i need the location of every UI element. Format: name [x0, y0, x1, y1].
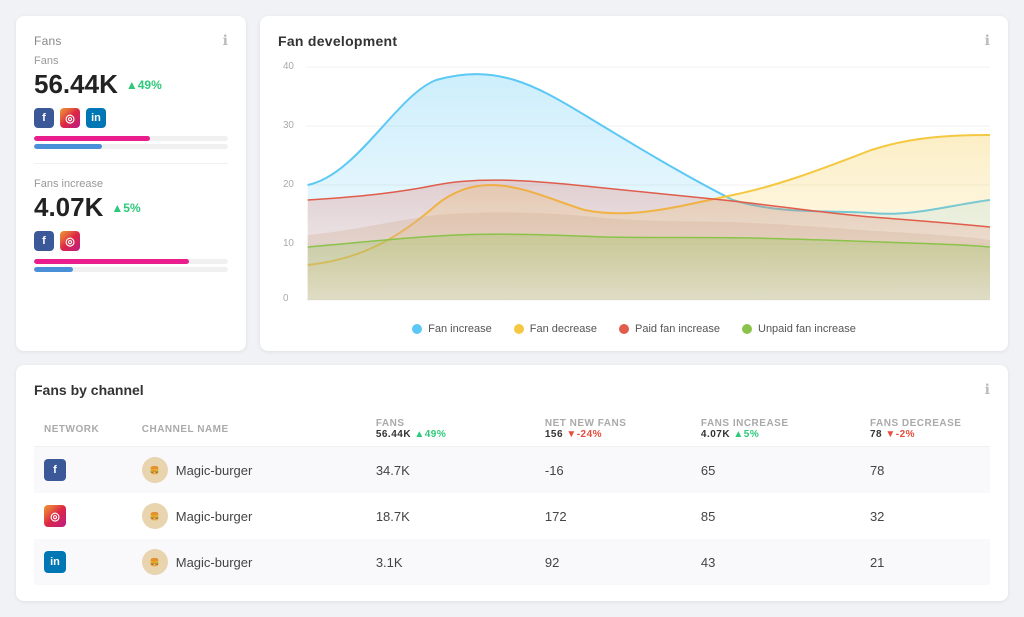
legend-fan-decrease-dot	[514, 324, 524, 334]
th-fans: Fans 56.44K ▲49%	[366, 412, 535, 447]
legend-paid-dot	[619, 324, 629, 334]
table-card-header: Fans by channel ℹ	[34, 381, 990, 398]
cell-network: f	[34, 447, 132, 494]
fans-increase-badge: ▲5%	[111, 201, 140, 215]
table-info-icon[interactable]: ℹ	[985, 381, 990, 398]
legend-fan-decrease: Fan decrease	[514, 323, 597, 335]
fans-increase-instagram-icon[interactable]: ◎	[60, 231, 80, 251]
cell-fans-increase: 65	[691, 447, 860, 494]
cell-fans-increase: 43	[691, 539, 860, 585]
fan-dev-chart: 40 30 20 10 0 Jul Aug Sep Oct Nov Dec	[278, 55, 990, 315]
ig-network-icon: ◎	[44, 505, 66, 527]
fans-increase-social-icons: f ◎	[34, 231, 228, 251]
table-title: Fans by channel	[34, 382, 144, 398]
cell-fans: 3.1K	[366, 539, 535, 585]
legend-unpaid-fan-increase: Unpaid fan increase	[742, 323, 856, 335]
fans-progress-bar2-container	[34, 144, 228, 149]
svg-text:10: 10	[283, 238, 294, 249]
legend-fan-increase-label: Fan increase	[428, 323, 492, 335]
cell-channel: 🍔 Magic-burger	[132, 493, 366, 539]
fans-increase-value-row: 4.07K ▲5%	[34, 192, 228, 223]
fans-number: 56.44K	[34, 69, 118, 100]
table-header-row: Network Channel Name Fans 56.44K ▲49%	[34, 412, 990, 447]
fans-badge: ▲49%	[126, 78, 162, 92]
fans-card: Fans ℹ Fans 56.44K ▲49% f ◎ in Fans incr…	[16, 16, 246, 351]
th-channel: Channel Name	[132, 412, 366, 447]
legend-fan-increase: Fan increase	[412, 323, 492, 335]
fan-dev-card: Fan development ℹ 40 30 20 10 0 Jul Aug	[260, 16, 1008, 351]
li-network-icon: in	[44, 551, 66, 573]
channel-name: Magic-burger	[176, 463, 253, 478]
fans-increase-progress-bar	[34, 259, 228, 264]
cell-fans: 18.7K	[366, 493, 535, 539]
svg-text:40: 40	[283, 61, 294, 72]
fans-progress-pink	[34, 136, 150, 141]
fans-increase-blue-bar	[34, 267, 73, 272]
channel-name: Magic-burger	[176, 509, 253, 524]
cell-channel: 🍔 Magic-burger	[132, 447, 366, 494]
svg-text:20: 20	[283, 179, 294, 190]
table-row: f 🍔 Magic-burger 34.7K -16 65 78	[34, 447, 990, 494]
fans-card-title: Fans	[34, 34, 62, 48]
chart-legend: Fan increase Fan decrease Paid fan incre…	[278, 323, 990, 335]
fan-dev-info-icon[interactable]: ℹ	[985, 32, 990, 49]
fans-by-channel-card: Fans by channel ℹ Network Channel Name F…	[16, 365, 1008, 601]
cell-fans-decrease: 32	[860, 493, 990, 539]
svg-text:0: 0	[283, 293, 289, 304]
th-fans-decrease: Fans Decrease 78 ▼-2%	[860, 412, 990, 447]
fans-increase-label: Fans increase	[34, 178, 228, 190]
fans-increase-number: 4.07K	[34, 192, 103, 223]
cell-network: ◎	[34, 493, 132, 539]
channel-avatar: 🍔	[142, 503, 168, 529]
svg-text:30: 30	[283, 120, 294, 131]
channel-name: Magic-burger	[176, 555, 253, 570]
th-network: Network	[34, 412, 132, 447]
cell-net-new: 172	[535, 493, 691, 539]
cell-net-new: 92	[535, 539, 691, 585]
fan-dev-title: Fan development	[278, 33, 397, 49]
chart-svg: 40 30 20 10 0 Jul Aug Sep Oct Nov Dec	[278, 55, 990, 305]
table-body: f 🍔 Magic-burger 34.7K -16 65 78 ◎ 🍔 Mag…	[34, 447, 990, 586]
fans-social-icons: f ◎ in	[34, 108, 228, 128]
legend-fan-increase-dot	[412, 324, 422, 334]
cell-fans: 34.7K	[366, 447, 535, 494]
cell-fans-increase: 85	[691, 493, 860, 539]
fans-increase-pink-bar	[34, 259, 189, 264]
fans-table: Network Channel Name Fans 56.44K ▲49%	[34, 412, 990, 585]
cell-channel: 🍔 Magic-burger	[132, 539, 366, 585]
instagram-icon[interactable]: ◎	[60, 108, 80, 128]
cell-fans-decrease: 21	[860, 539, 990, 585]
fans-value-row: 56.44K ▲49%	[34, 69, 228, 100]
legend-paid-fan-increase: Paid fan increase	[619, 323, 720, 335]
th-fans-increase: Fans Increase 4.07K ▲5%	[691, 412, 860, 447]
table-row: in 🍔 Magic-burger 3.1K 92 43 21	[34, 539, 990, 585]
channel-avatar: 🍔	[142, 549, 168, 575]
fans-increase-facebook-icon[interactable]: f	[34, 231, 54, 251]
facebook-icon[interactable]: f	[34, 108, 54, 128]
cell-net-new: -16	[535, 447, 691, 494]
channel-avatar: 🍔	[142, 457, 168, 483]
legend-unpaid-label: Unpaid fan increase	[758, 323, 856, 335]
cell-network: in	[34, 539, 132, 585]
th-net-new-fans: Net New Fans 156 ▼-24%	[535, 412, 691, 447]
table-row: ◎ 🍔 Magic-burger 18.7K 172 85 32	[34, 493, 990, 539]
legend-unpaid-dot	[742, 324, 752, 334]
fb-network-icon: f	[44, 459, 66, 481]
fans-info-icon[interactable]: ℹ	[223, 32, 228, 49]
fans-label: Fans	[34, 55, 228, 67]
cell-fans-decrease: 78	[860, 447, 990, 494]
fans-progress-blue	[34, 144, 102, 149]
fans-increase-progress-bar2	[34, 267, 228, 272]
linkedin-icon[interactable]: in	[86, 108, 106, 128]
fans-progress-bar-container	[34, 136, 228, 141]
legend-fan-decrease-label: Fan decrease	[530, 323, 597, 335]
legend-paid-label: Paid fan increase	[635, 323, 720, 335]
